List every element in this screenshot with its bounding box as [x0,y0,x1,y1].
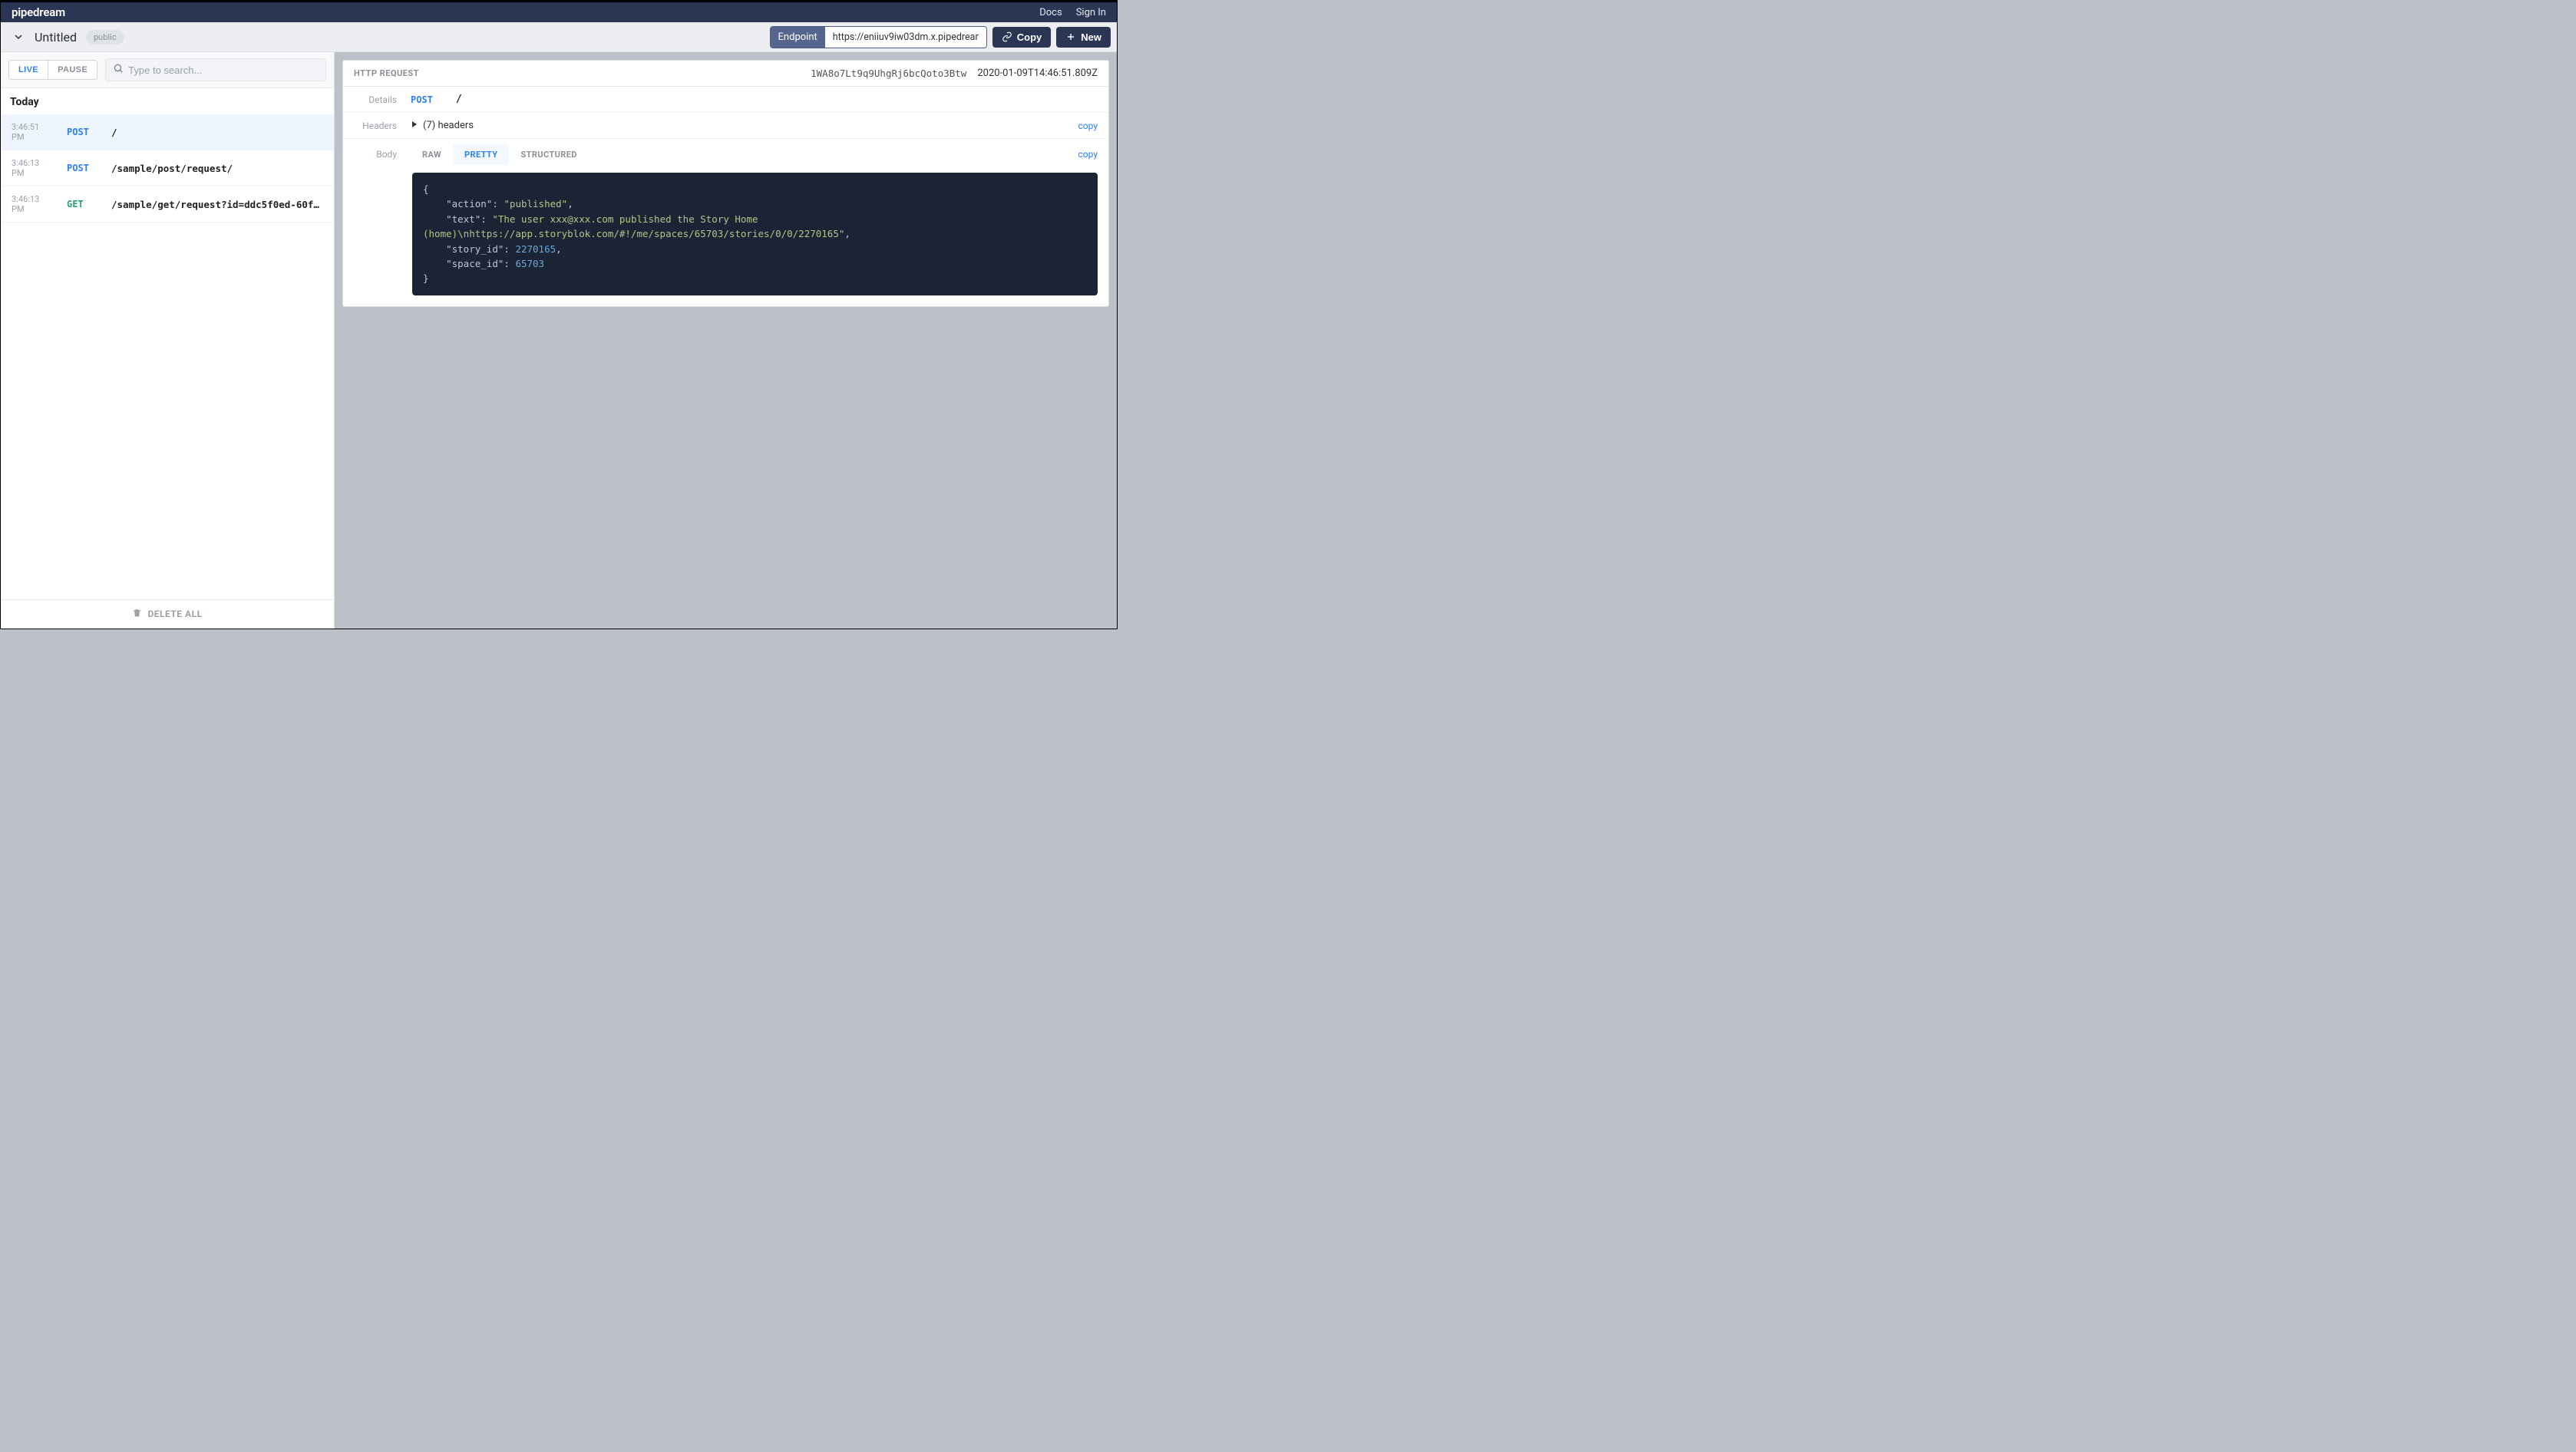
day-header: Today [1,88,334,114]
request-time: 3:46:13 PM [12,158,53,178]
request-row[interactable]: 3:46:13 PM GET/sample/get/request?id=ddc5… [1,186,334,223]
headers-disclosure[interactable]: (7) headers [411,120,474,131]
plus-icon [1065,31,1076,42]
request-path: /sample/get/request?id=ddc5f0ed-60ff-44… [111,199,323,210]
headers-label: Headers [354,120,397,131]
search-input[interactable] [128,64,319,76]
body-tab-raw[interactable]: RAW [411,144,453,165]
signin-link[interactable]: Sign In [1076,7,1106,18]
request-detail-panel: HTTP REQUEST 1WA8o7Lt9q9UhgRj6bcQoto3Btw… [342,60,1109,307]
request-id: 1WA8o7Lt9q9UhgRj6bcQoto3Btw [811,68,966,79]
copy-body-link[interactable]: copy [1078,149,1098,160]
search-icon [113,63,124,77]
request-method: GET [67,199,97,210]
triangle-right-icon [411,120,418,131]
headers-row: Headers (7) headers copy [343,113,1108,139]
live-tab[interactable]: LIVE [9,61,48,79]
delete-all-button[interactable]: DELETE ALL [132,608,202,620]
new-button[interactable]: New [1056,27,1111,48]
panel-title: HTTP REQUEST [354,68,419,78]
endpoint-label: Endpoint [771,27,825,48]
search-box[interactable] [105,58,326,81]
method-chip: POST [411,94,433,105]
request-method: POST [67,163,97,173]
workflow-title[interactable]: Untitled [35,30,77,45]
request-row[interactable]: 3:46:13 PM POST/sample/post/request/ [1,150,334,186]
request-row[interactable]: 3:46:51 PM POST / [1,114,334,150]
pause-tab[interactable]: PAUSE [48,61,97,79]
details-label: Details [354,94,397,105]
body-row: Body RAW PRETTY STRUCTURED copy [343,139,1108,165]
delete-all-label: DELETE ALL [147,609,202,619]
endpoint-group: Endpoint [770,26,987,48]
link-icon [1002,31,1012,42]
chevron-down-icon[interactable] [12,30,25,44]
body-tab-pretty[interactable]: PRETTY [453,144,509,165]
body-tab-structured[interactable]: STRUCTURED [509,144,588,165]
request-list: 3:46:51 PM POST / 3:46:13 PM POST/sample/pos… [1,114,334,599]
logo: pipedream [12,5,65,19]
sidebar: LIVE PAUSE Today 3:46:51 PM POST / 3:46:13 … [1,52,335,629]
body-code-block[interactable]: { "action": "published", "text": "The us… [412,173,1098,295]
endpoint-url-input[interactable] [825,27,986,48]
details-row: Details POST / [343,87,1108,113]
request-time: 3:46:13 PM [12,194,53,214]
app-header: pipedream Docs Sign In [1,2,1117,22]
request-time: 3:46:51 PM [12,122,53,142]
path-chip: / [456,94,462,105]
copy-button-label: Copy [1017,31,1042,43]
live-pause-toggle: LIVE PAUSE [8,60,97,80]
request-method: POST [67,127,97,137]
subheader: Untitled public Endpoint Copy New [1,22,1117,52]
copy-button[interactable]: Copy [992,27,1052,48]
trash-icon [132,608,142,620]
request-timestamp: 2020-01-09T14:46:51.809Z [977,68,1098,79]
request-path: / [111,127,323,138]
headers-summary: (7) headers [423,120,474,131]
copy-headers-link[interactable]: copy [1078,120,1098,131]
new-button-label: New [1081,31,1101,43]
request-path: /sample/post/request/ [111,163,323,174]
docs-link[interactable]: Docs [1039,7,1062,18]
visibility-badge: public [86,30,124,45]
body-label: Body [354,144,397,160]
